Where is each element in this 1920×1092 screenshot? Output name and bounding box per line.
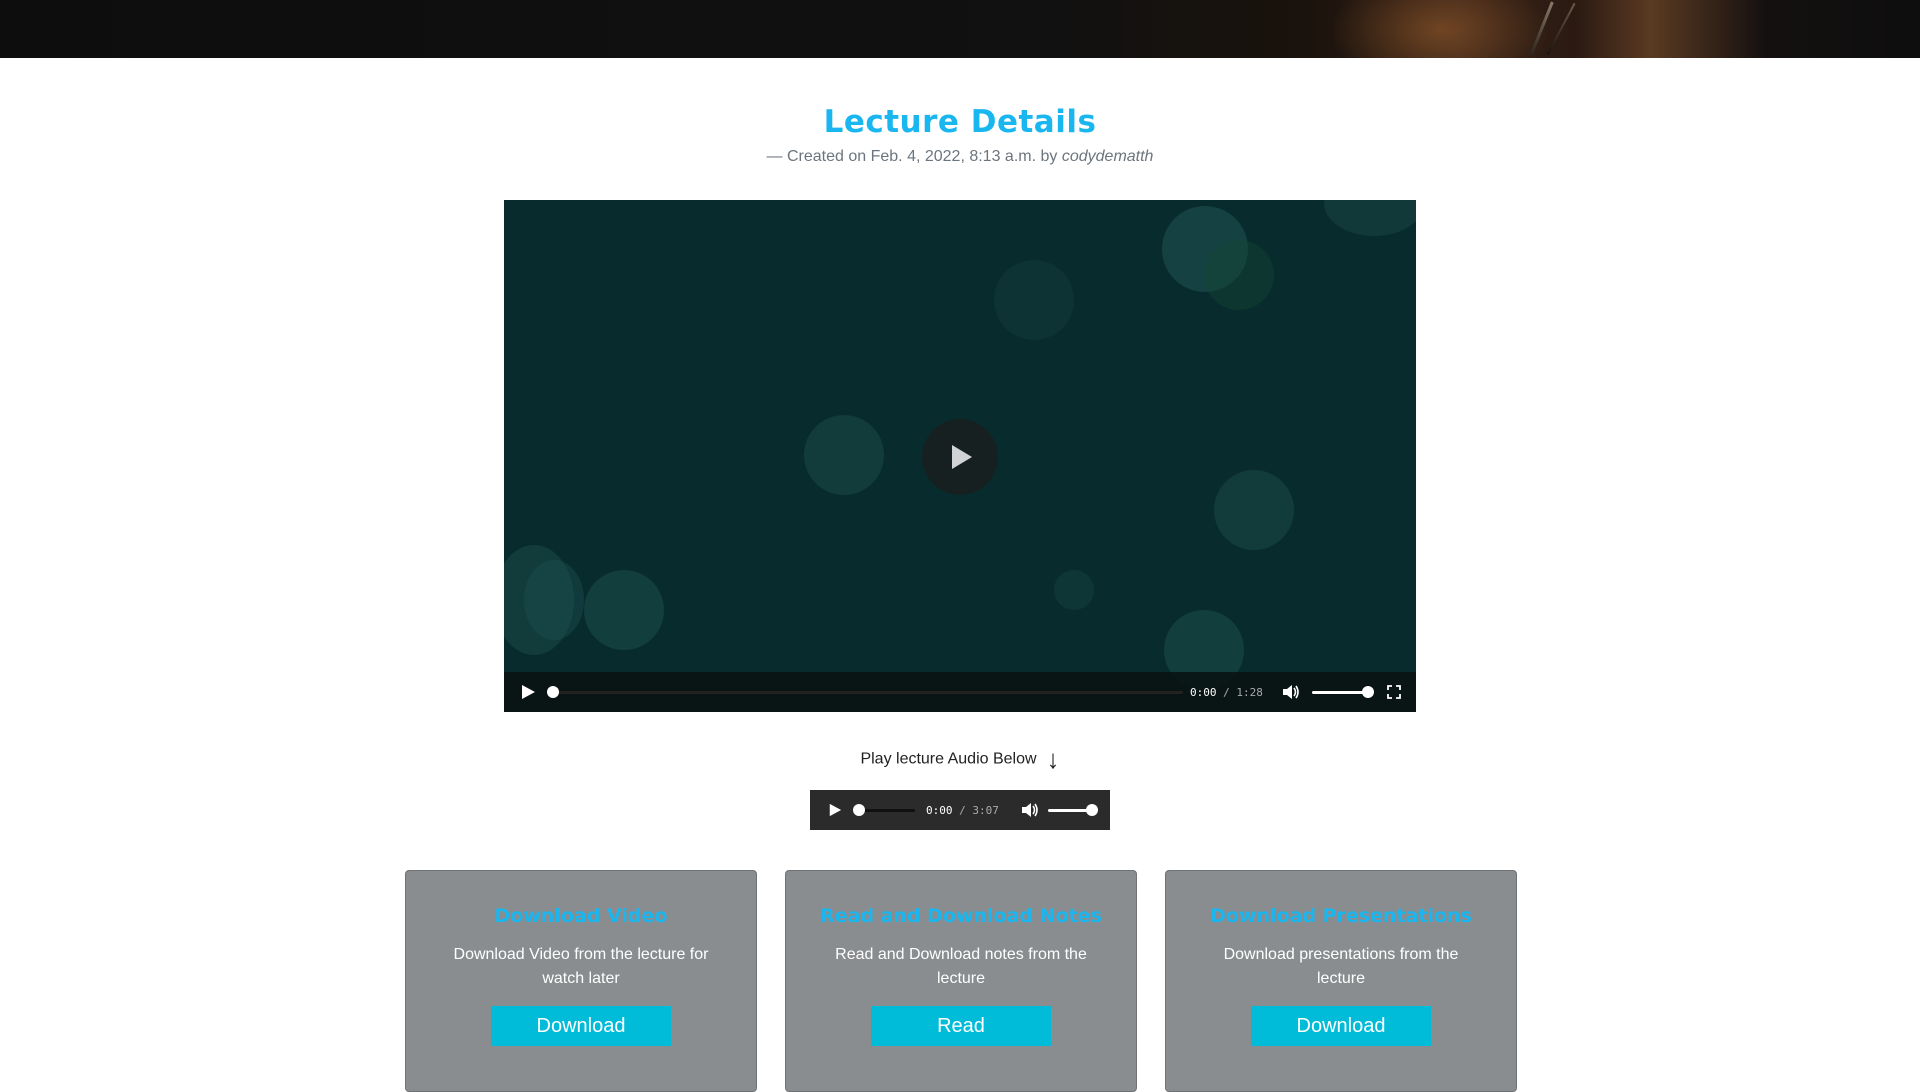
video-time-display: 0:00 / 1:28	[1190, 672, 1263, 712]
audio-volume-knob[interactable]	[1086, 804, 1098, 816]
audio-volume-button[interactable]	[1021, 790, 1039, 830]
download-video-button[interactable]: Download	[491, 1006, 671, 1046]
video-volume-knob[interactable]	[1362, 686, 1374, 698]
notes-card: Read and Download Notes Read and Downloa…	[785, 870, 1137, 1092]
video-volume-slider[interactable]	[1312, 691, 1368, 694]
presentations-card: Download Presentations Download presenta…	[1165, 870, 1517, 1092]
play-icon	[829, 803, 842, 817]
card-title: Download Video	[494, 905, 668, 927]
author-name: codydematth	[1061, 148, 1154, 165]
resource-cards: Download Video Download Video from the l…	[405, 870, 1517, 1092]
lecture-header: Lecture Details — Created on Feb. 4, 202…	[0, 104, 1920, 166]
play-icon	[522, 685, 535, 699]
audio-duration: 3:07	[972, 803, 999, 817]
play-icon	[952, 445, 972, 469]
card-description: Download presentations from the lecture	[1223, 946, 1459, 987]
page-title: Lecture Details	[823, 104, 1097, 140]
card-description: Read and Download notes from the lecture	[835, 946, 1087, 987]
video-controls: 0:00 / 1:28	[504, 672, 1416, 712]
video-current-time: 0:00	[1190, 685, 1217, 699]
volume-icon	[1022, 803, 1038, 817]
fullscreen-button[interactable]	[1387, 672, 1401, 712]
lecture-meta: — Created on Feb. 4, 2022, 8:13 a.m. by …	[0, 148, 1920, 166]
header-banner-image	[0, 0, 1920, 58]
audio-label: Play lecture Audio Below ↓	[0, 744, 1920, 775]
audio-current-time: 0:00	[926, 803, 953, 817]
lecture-video-player[interactable]: 0:00 / 1:28	[504, 200, 1416, 712]
audio-time-separator: /	[959, 803, 966, 817]
video-time-separator: /	[1223, 685, 1230, 699]
video-progress-knob[interactable]	[547, 686, 559, 698]
video-play-button[interactable]	[520, 672, 536, 712]
download-video-card: Download Video Download Video from the l…	[405, 870, 757, 1092]
fullscreen-icon	[1387, 685, 1401, 699]
audio-progress-knob[interactable]	[853, 804, 865, 816]
video-duration: 1:28	[1236, 685, 1263, 699]
lecture-audio-player[interactable]: 0:00 / 3:07	[810, 790, 1110, 830]
card-title: Read and Download Notes	[820, 905, 1102, 927]
volume-icon	[1283, 685, 1299, 699]
audio-time-display: 0:00 / 3:07	[926, 790, 999, 830]
big-play-button[interactable]	[922, 419, 998, 495]
card-title: Download Presentations	[1210, 905, 1472, 927]
video-progress-bar[interactable]	[553, 691, 1183, 694]
video-volume-button[interactable]	[1282, 672, 1300, 712]
read-notes-button[interactable]: Read	[871, 1006, 1051, 1046]
card-description: Download Video from the lecture for watc…	[453, 946, 709, 987]
download-presentations-button[interactable]: Download	[1251, 1006, 1431, 1046]
arrow-down-icon: ↓	[1046, 744, 1060, 774]
created-date-text: — Created on Feb. 4, 2022, 8:13 a.m. by	[766, 148, 1058, 165]
audio-play-button[interactable]	[828, 790, 842, 830]
audio-label-text: Play lecture Audio Below	[860, 750, 1037, 768]
audio-progress-bar[interactable]	[859, 809, 915, 812]
